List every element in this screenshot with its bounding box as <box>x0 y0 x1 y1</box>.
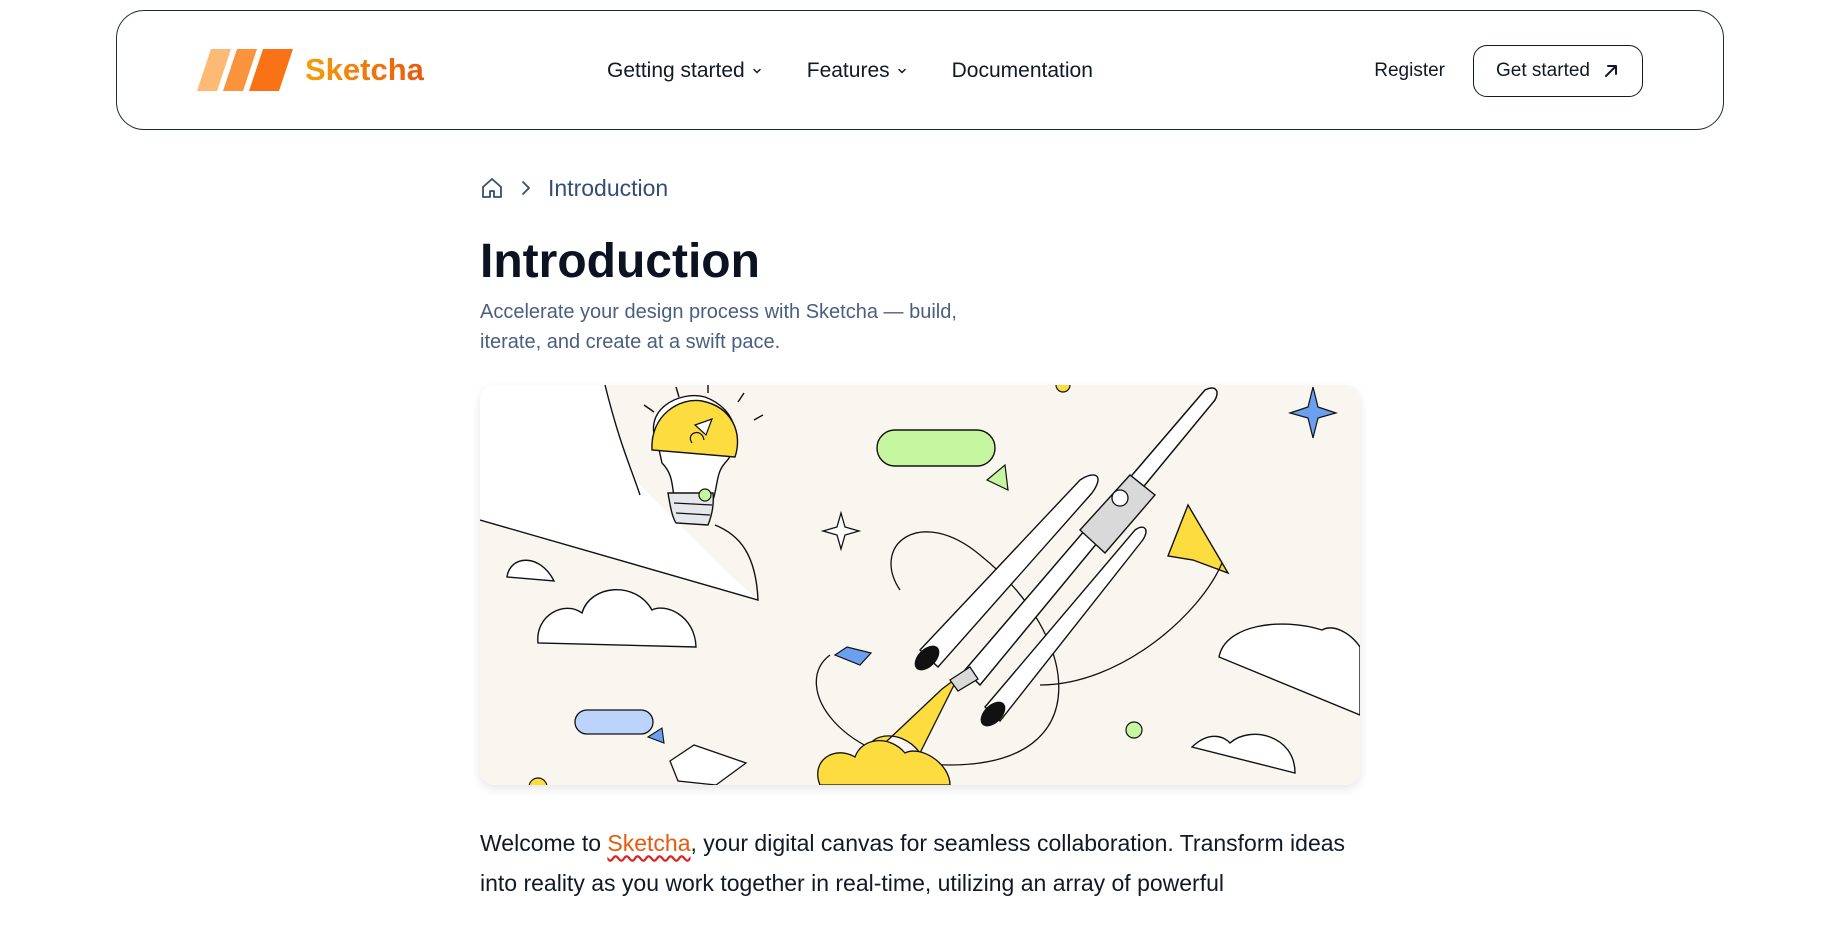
get-started-label: Get started <box>1496 60 1590 81</box>
nav-actions: Register Get started <box>1374 11 1643 131</box>
brand-name: Sketcha <box>305 52 424 87</box>
chevron-down-icon <box>753 68 761 74</box>
nav-documentation[interactable]: Documentation <box>952 59 1093 83</box>
home-icon[interactable] <box>480 176 504 200</box>
chevron-down-icon <box>897 68 906 74</box>
breadcrumb-current: Introduction <box>548 174 669 201</box>
breadcrumb: Introduction <box>480 170 1360 206</box>
main-nav: Getting started Features Documentation <box>607 11 1093 131</box>
nav-getting-started-label: Getting started <box>607 59 745 82</box>
nav-getting-started[interactable]: Getting started <box>607 59 763 83</box>
main-content: Introduction Introduction Accelerate you… <box>480 170 1360 926</box>
sketcha-logo-icon <box>197 49 293 91</box>
top-navbar: Sketcha Getting started Features Documen… <box>116 10 1724 130</box>
intro-paragraph: Welcome to Sketcha, your digital canvas … <box>480 823 1360 903</box>
intro-brand-link[interactable]: Sketcha <box>607 830 690 856</box>
rocket-launch-illustration <box>480 384 1360 785</box>
register-link[interactable]: Register <box>1374 60 1445 82</box>
brand-logo-link[interactable]: Sketcha <box>197 49 424 91</box>
arrow-up-right-icon <box>1605 65 1617 77</box>
nav-features[interactable]: Features <box>807 59 908 83</box>
page-subtitle: Accelerate your design process with Sket… <box>480 300 957 353</box>
chevron-right-icon <box>522 181 530 195</box>
page-title: Introduction <box>480 235 760 288</box>
lightbulb-icon <box>643 384 764 526</box>
intro-text-before: Welcome to <box>480 829 608 856</box>
get-started-button[interactable]: Get started <box>1473 45 1643 97</box>
nav-features-label: Features <box>806 59 890 82</box>
nav-documentation-label: Documentation <box>951 59 1093 82</box>
hero-illustration <box>480 384 1360 785</box>
